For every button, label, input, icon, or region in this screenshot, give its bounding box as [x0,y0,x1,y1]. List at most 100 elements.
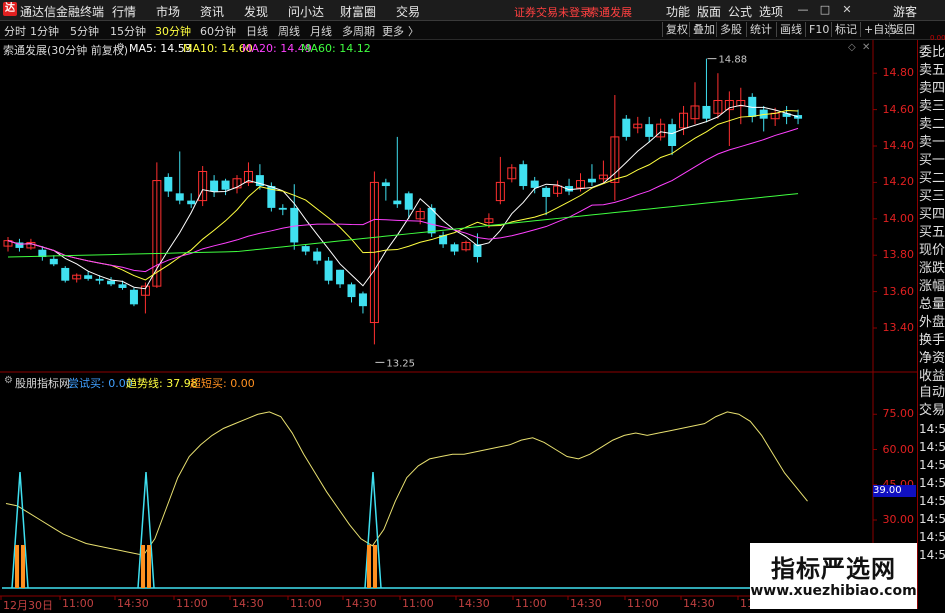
candle-body-down [358,293,367,307]
time-axis-label: 11:00 [627,597,659,610]
time-axis-label: 14:30 [345,597,377,610]
quote-field-label[interactable]: 净资 [919,350,945,368]
time-axis-label: 14:30 [570,597,602,610]
time-axis-label: 11:00 [62,597,94,610]
quote-field-label[interactable]: 外盘 [919,314,945,332]
tick-time-label: 14:56 [919,440,945,454]
candle-body-down [313,251,322,261]
time-axis-label: 11:00 [290,597,322,610]
candle-body-down [301,246,310,252]
time-axis-label: 14:30 [232,597,264,610]
candle-body-down [129,289,138,305]
ultra-short-buy-bar [367,545,371,588]
candle-body-down [542,187,551,197]
price-tick-label: 14.00 [882,211,915,225]
candle-body-down [84,275,93,279]
candle-body-down [187,200,196,205]
try-buy-spike [11,471,29,589]
watermark-url: www.xuezhibiao.com [750,583,917,599]
quote-field-label[interactable]: 买二 [919,170,945,188]
low-price-label: 13.25 [386,358,415,369]
time-axis-label: 14:30 [683,597,715,610]
candle-body-down [278,207,287,210]
time-axis-label: 11:00 [176,597,208,610]
indicator-tick-label: 30.00 [882,513,915,526]
quote-field-label[interactable]: 换手 [919,332,945,350]
quote-field-label[interactable]: 买四 [919,206,945,224]
price-tick-label: 13.60 [882,284,915,298]
watermark-logo: 指标严选网 www.xuezhibiao.com [750,543,917,609]
quote-field-label[interactable]: 卖五 [919,62,945,80]
quote-field-label[interactable]: 卖二 [919,116,945,134]
high-price-label: 14.88 [718,55,747,66]
try-buy-spike [137,471,155,589]
panel-header-small: 0.00 [930,34,945,42]
tick-time-label: 14:56 [919,476,945,490]
indicator-tick-label: 75.00 [882,407,915,421]
candle-body-down [324,260,333,281]
candle-body-down [290,207,299,243]
price-tick-label: 13.80 [882,248,915,262]
candle-body-down [347,284,356,298]
candle-body-down [519,164,528,187]
tick-time-label: 14:56 [919,530,945,544]
ultra-short-buy-bar [141,545,145,588]
candle-body-down [164,176,173,192]
candle-body-down [381,182,390,187]
ultra-short-buy-bar [15,545,19,588]
time-axis-label: 12月30日 [3,599,53,612]
quote-field-label[interactable]: 买三 [919,188,945,206]
ultra-short-buy-bar [147,545,151,588]
chart-canvas[interactable]: 14.88 13.25 [0,0,945,609]
price-tick-label: 13.40 [882,321,915,334]
time-axis-label: 14:30 [458,597,490,610]
quote-field-label[interactable]: 买一 [919,152,945,170]
candle-body-down [622,118,631,137]
price-tick-label: 14.60 [882,102,915,116]
candle-body-down [175,193,184,201]
trend-line [5,411,808,556]
price-tick-label: 14.40 [882,139,915,152]
candle-body-down [107,280,116,285]
quote-field-label[interactable]: 涨幅 [919,278,945,296]
candle-body-down [336,269,345,285]
candle-body-down [587,178,596,183]
quote-field-label[interactable]: 总量 [919,296,945,314]
time-axis-label: 11:00 [515,597,547,610]
tick-time-label: 14:56 [919,548,945,562]
tick-time-label: 14:56 [919,422,945,436]
tick-time-label: 14:56 [919,494,945,508]
quote-field-label[interactable]: 买五 [919,224,945,242]
tick-time-label: 14:56 [919,458,945,472]
candle-body-down [49,258,58,265]
auto-trade-label[interactable]: 自动 [919,384,945,402]
ultra-short-buy-bar [373,545,377,588]
candle-body-down [645,124,654,137]
quote-field-label[interactable]: 卖四 [919,80,945,98]
indicator-current-value-badge: 39.00 [873,485,916,497]
candle-body-down [530,180,539,188]
quote-field-label[interactable]: 委比 [919,44,945,62]
tick-time-label: 14:56 [919,512,945,526]
price-tick-label: 14.20 [882,175,915,189]
candle-body-down [393,200,402,205]
ma20-line [7,127,799,273]
candle-body-down [450,244,459,252]
ma5-line [7,104,799,290]
watermark-title: 指标严选网 [771,555,896,583]
quote-field-label[interactable]: 涨跌 [919,260,945,278]
candle-body-down [118,284,127,288]
quote-field-label[interactable]: 卖一 [919,134,945,152]
time-axis-label: 11:00 [402,597,434,610]
quote-field-label[interactable]: 现价 [919,242,945,260]
quote-field-label[interactable]: 卖三 [919,98,945,116]
auto-trade-label[interactable]: 交易 [919,402,945,420]
price-tick-label: 14.80 [882,66,915,80]
candle-body-down [404,193,413,210]
candle-body-down [221,180,230,190]
indicator-tick-label: 60.00 [882,442,915,456]
candle-body-down [210,180,219,192]
candle-body-down [702,105,711,119]
candle-body-down [668,124,677,146]
ultra-short-buy-bar [21,545,25,588]
